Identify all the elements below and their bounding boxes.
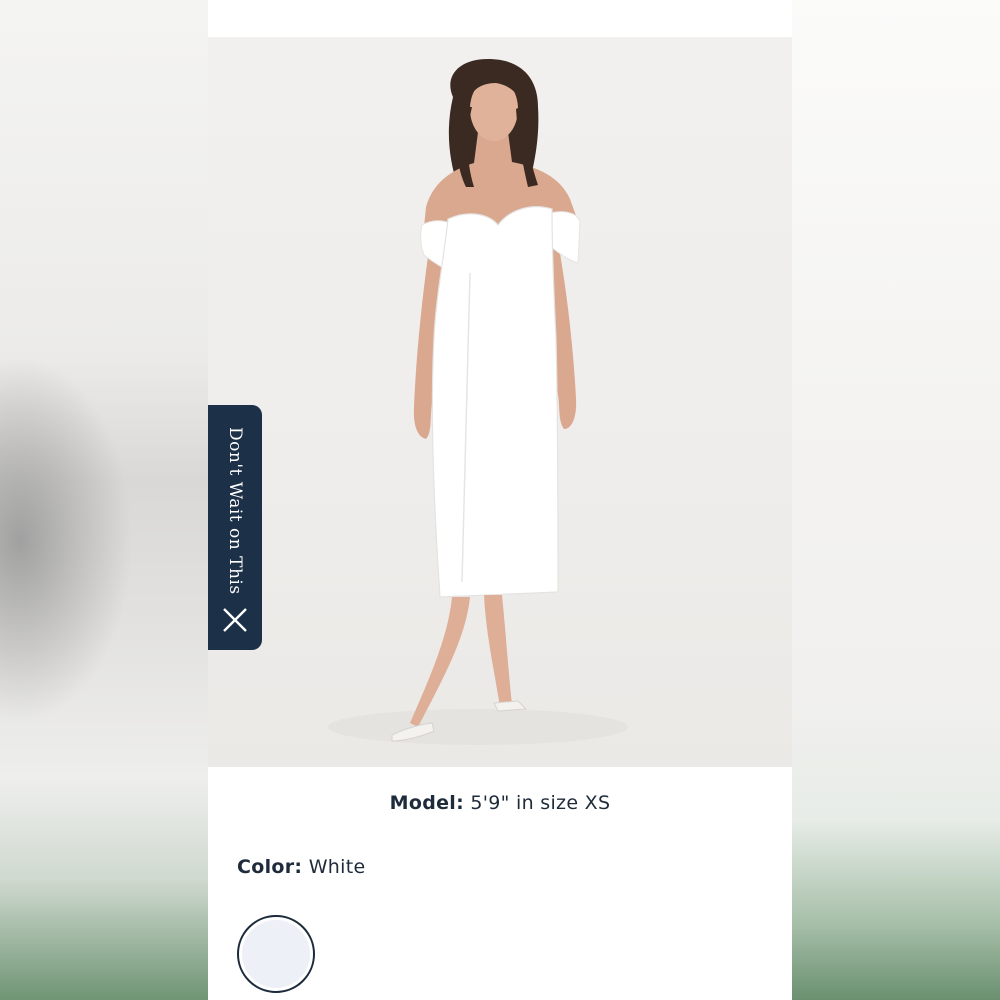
right-backdrop [792,0,1000,1000]
color-swatch-white[interactable] [237,915,315,993]
model-label: Model: [389,792,464,814]
close-icon[interactable] [220,605,250,635]
model-illustration [328,59,628,745]
top-bar [208,0,792,37]
promo-tab[interactable]: Don't Wait on This [208,405,262,650]
product-page: Don't Wait on This Model: 5'9" in size X… [208,0,792,1000]
color-label: Color: [237,856,303,878]
product-image[interactable] [208,37,792,767]
model-info: Model: 5'9" in size XS [208,792,792,814]
color-value: White [308,856,366,878]
left-backdrop [0,0,208,1000]
swatch-fill [242,920,310,988]
model-value: 5'9" in size XS [470,792,611,814]
promo-label: Don't Wait on This [225,427,245,595]
color-info: Color: White [237,856,365,878]
